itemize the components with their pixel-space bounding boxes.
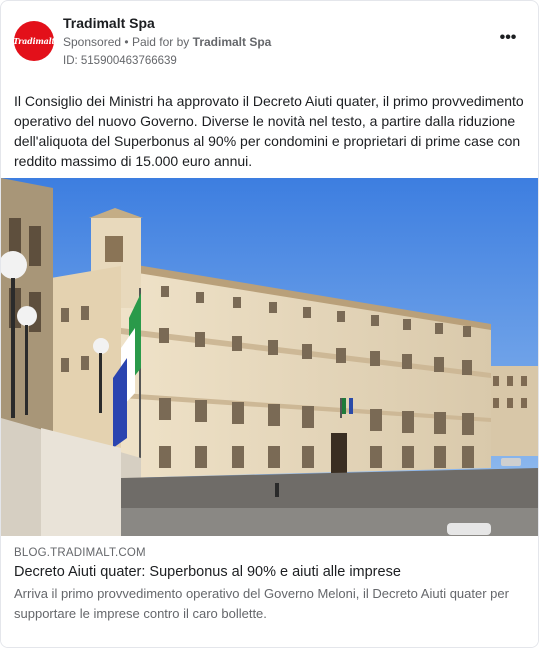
link-headline[interactable]: Decreto Aiuti quater: Superbonus al 90% … (14, 564, 401, 580)
ad-post-card: Tradimalt Tradimalt Spa Sponsored • Paid… (0, 0, 539, 648)
link-preview[interactable]: BLOG.TRADIMALT.COM Decreto Aiuti quater:… (1, 536, 538, 647)
sponsored-label[interactable]: Sponsored (63, 35, 121, 49)
more-horizontal-icon[interactable]: ••• (498, 30, 518, 51)
separator-dot: • (124, 35, 132, 49)
paid-for-label: Paid for by (131, 35, 190, 49)
palazzo-chigi-photo (1, 178, 538, 536)
payer-name: Tradimalt Spa (192, 35, 272, 49)
post-header: Tradimalt Tradimalt Spa Sponsored • Paid… (1, 1, 538, 81)
page-name[interactable]: Tradimalt Spa (63, 15, 155, 31)
ad-id: ID: 515900463766639 (63, 55, 177, 67)
avatar-logo-text: Tradimalt (13, 36, 55, 46)
link-domain: BLOG.TRADIMALT.COM (14, 547, 146, 559)
sponsored-line: Sponsored • Paid for by Tradimalt Spa (63, 35, 271, 49)
link-preview-image[interactable] (1, 178, 538, 536)
post-body-text: Il Consiglio dei Ministri ha approvato i… (14, 93, 524, 169)
link-description: Arriva il primo provvedimento operativo … (14, 586, 509, 621)
avatar[interactable]: Tradimalt (13, 21, 55, 61)
